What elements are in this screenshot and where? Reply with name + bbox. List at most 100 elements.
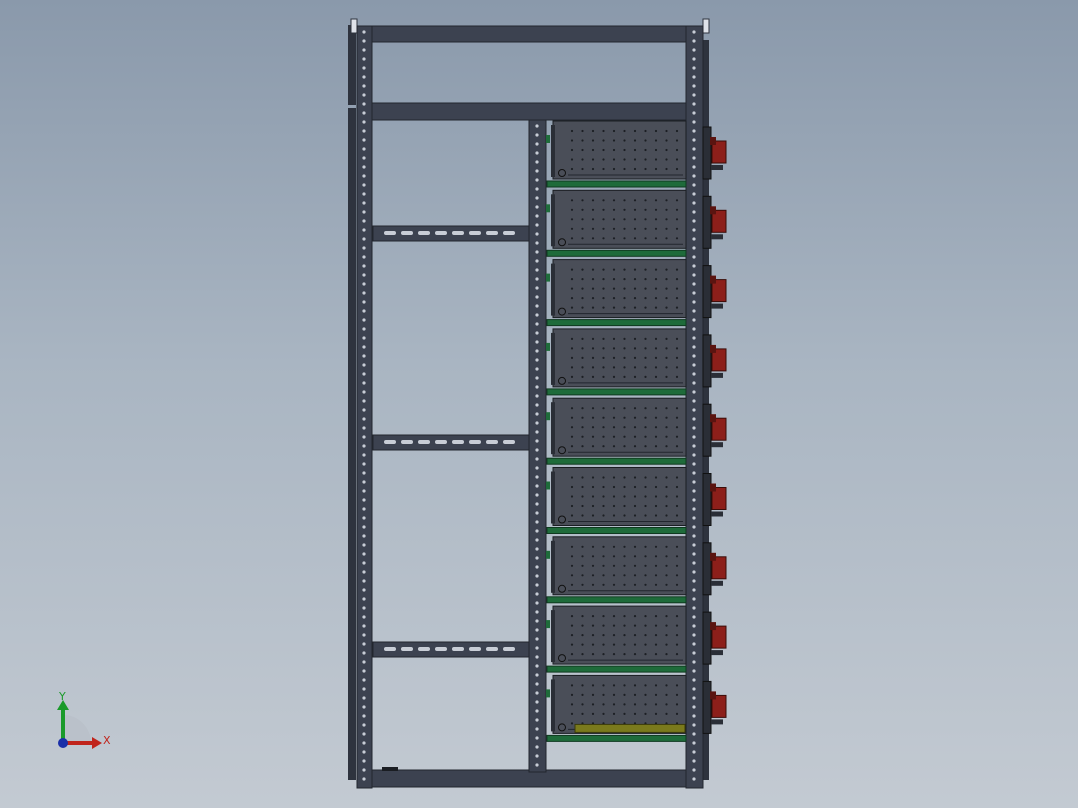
right-upright-holes-hole [692, 291, 696, 295]
battery-module-vent [570, 366, 574, 369]
battery-module-vent [644, 564, 647, 567]
cad-viewport[interactable]: Y X [0, 0, 1078, 808]
battery-module-vent [591, 615, 595, 618]
battery-module-vent [570, 564, 574, 567]
battery-module-vent [581, 366, 584, 369]
battery-module-vent [654, 564, 658, 567]
battery-module-vent [591, 297, 595, 300]
middle-upright-holes-hole [535, 538, 539, 542]
left-upright-holes-hole [362, 669, 366, 673]
battery-module-flange [551, 402, 555, 455]
left-upright-holes-hole [362, 426, 366, 430]
battery-module-vent [644, 199, 647, 202]
battery-module-vent [570, 208, 574, 211]
battery-module-vent [623, 268, 626, 271]
battery-module-vent [612, 287, 616, 290]
battery-module-vent [602, 199, 605, 202]
battery-module-vent [675, 426, 679, 429]
left-upright-holes-hole [362, 219, 366, 223]
connector-bracket [702, 265, 712, 319]
battery-module-vent [633, 366, 637, 369]
right-upright-holes-hole [692, 534, 696, 538]
cross-bracket-slot [435, 647, 447, 651]
left-upright-holes-hole [362, 597, 366, 601]
middle-upright-holes-hole [535, 160, 539, 164]
middle-upright-holes-hole [535, 142, 539, 146]
battery-tray [546, 527, 687, 534]
cross-bracket-slot [469, 440, 481, 444]
connector-cap [710, 344, 716, 353]
rack-assembly[interactable] [348, 18, 727, 789]
battery-module-vent [623, 237, 626, 240]
battery-module-vent [633, 337, 637, 340]
battery-module-vent [654, 199, 658, 202]
middle-upright-holes-hole [535, 268, 539, 272]
battery-module-vent [570, 435, 574, 438]
battery-module-vent [623, 634, 626, 637]
battery-module-vent [675, 615, 679, 618]
battery-module-tab [546, 273, 550, 282]
battery-module-vent [602, 555, 605, 558]
battery-module-vent [633, 574, 637, 577]
left-upright-holes-hole [362, 129, 366, 133]
cross-bracket-slot [435, 440, 447, 444]
battery-module-vent [623, 129, 626, 133]
right-upright-holes-hole [692, 714, 696, 718]
battery-module-vent [623, 306, 626, 309]
battery-module-vent [581, 237, 584, 240]
middle-upright-holes-hole [535, 736, 539, 740]
battery-module-vent [602, 129, 605, 133]
battery-module-vent [644, 375, 647, 378]
battery-module-vent [570, 139, 574, 142]
battery-module-vent [644, 495, 647, 498]
battery-module-vent [623, 495, 626, 498]
battery-module-vent [633, 684, 637, 687]
battery-module-vent [602, 407, 605, 410]
right-upright-holes-hole [692, 444, 696, 448]
battery-module-flange [551, 125, 555, 177]
battery-module-vent [665, 426, 668, 429]
right-upright-holes-hole [692, 480, 696, 484]
right-upright-holes-hole [692, 129, 696, 133]
battery-module-vent [675, 634, 679, 637]
right-upright-holes-hole [692, 624, 696, 628]
battery-module-vent [654, 693, 658, 697]
battery-module-vent [675, 287, 679, 290]
battery-module-vent [602, 615, 605, 618]
middle-upright-holes-hole [535, 457, 539, 461]
battery-module-vent [665, 435, 668, 438]
battery-module-vent [623, 574, 626, 577]
battery-module-vent [654, 158, 658, 161]
battery-module-vent [654, 712, 658, 716]
battery-module-vent [581, 445, 584, 448]
battery-module-vent [633, 237, 637, 240]
left-upright-holes-hole [362, 174, 366, 178]
battery-module-vent [581, 643, 584, 646]
battery-module-vent [612, 514, 616, 517]
battery-module-vent [665, 366, 668, 369]
middle-upright-holes-hole [535, 574, 539, 578]
battery-module-flange [551, 610, 555, 663]
battery-module-vent [581, 337, 584, 340]
connector-cap [710, 414, 716, 423]
battery-module-flange [551, 679, 555, 732]
battery-module-vent [581, 218, 584, 221]
battery-module-vent [675, 139, 679, 142]
battery-module-vent [612, 435, 616, 438]
left-upright-holes-hole [362, 444, 366, 448]
left-upright-holes-hole [362, 48, 366, 52]
cross-bracket-slot [503, 440, 515, 444]
battery-module-vent [602, 297, 605, 300]
right-upright-holes-hole [692, 426, 696, 430]
battery-module-vent [654, 287, 658, 290]
battery-module-vent [581, 426, 584, 429]
battery-module-vent [623, 347, 626, 350]
right-upright-holes-hole [692, 345, 696, 349]
right-upright-holes-hole [692, 381, 696, 385]
middle-upright-holes-hole [535, 439, 539, 443]
left-upright-holes-hole [362, 471, 366, 475]
battery-tray [546, 180, 687, 188]
battery-module-vent [570, 129, 574, 133]
battery-module-vent [675, 268, 679, 271]
battery-module-vent [654, 435, 658, 438]
